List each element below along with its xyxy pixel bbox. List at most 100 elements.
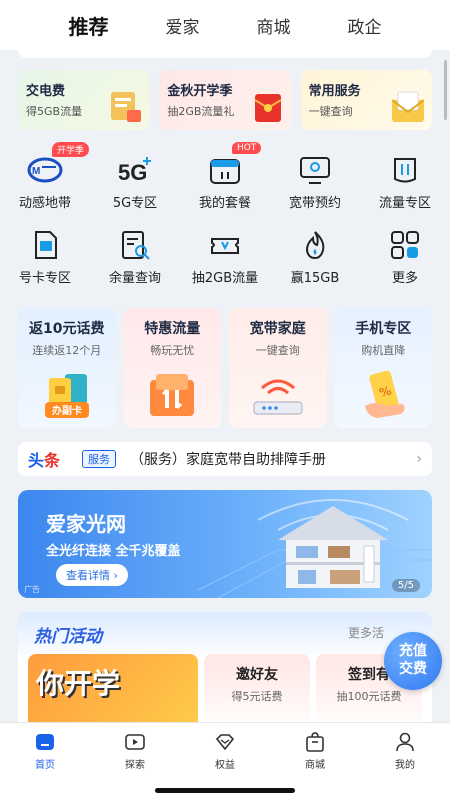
hot-activity-main-text: 你开学 (36, 667, 121, 700)
new-term-badge: 开学季 (52, 142, 90, 157)
nav-label: 探索 (125, 760, 145, 771)
bag-icon (306, 732, 324, 752)
quick-item-balance-query[interactable]: 余量查询 (90, 221, 180, 296)
feature-card-broadband-home[interactable]: 宽带家庭 一键查询 (229, 308, 327, 428)
headline-logo-a: 头 (28, 451, 45, 470)
quick-item-label: 赢15GB (290, 271, 340, 286)
feature-subtitle: 购机直降 (361, 344, 406, 357)
quick-item-dongganzone[interactable]: 开学季 M 动感地带 (0, 142, 90, 221)
broadband-banner[interactable]: 爱家光网 全光纤连接 全千兆覆盖 查看详情 › 广告 5/5 (18, 490, 432, 598)
nav-label: 权益 (215, 760, 235, 771)
diamond-icon (215, 734, 235, 751)
quick-item-5g[interactable]: 5G 5G专区 (90, 146, 180, 221)
traffic-icon (386, 152, 424, 188)
scroll-content[interactable]: 交电费 得5GB流量 金秋开学季 抽2GB流量礼 常用服务 一键查询 开学季 M… (0, 50, 450, 722)
quick-item-my-package[interactable]: HOT 我的套餐 (180, 142, 270, 221)
extra-card-tag: 办副卡 (52, 404, 82, 417)
headline-logo: 头条 (28, 447, 60, 471)
electricity-card-icon (111, 92, 142, 122)
recharge-label-1: 充值 (399, 643, 427, 659)
hot-activity-invite-card[interactable]: 邀好友 得5元话费 (204, 654, 310, 722)
quick-item-label: 我的套餐 (198, 196, 251, 211)
headline-logo-b: 条 (44, 451, 61, 470)
quick-item-sim-card[interactable]: 号卡专区 (0, 221, 90, 296)
user-icon (396, 732, 414, 752)
house-illustration-icon (278, 506, 388, 588)
feature-card-data-deal[interactable]: 特惠流量 畅玩无忧 (123, 308, 221, 428)
quick-item-label: 动感地带 (18, 196, 71, 211)
quick-item-label: 更多 (391, 271, 418, 286)
home-indicator (155, 788, 295, 793)
search-document-icon (116, 227, 154, 263)
quick-icon-grid: 开学季 M 动感地带 5G 5G专区 HOT 我的套餐 宽带预约 流量专区 号卡… (0, 142, 450, 296)
5g-icon: 5G (116, 152, 154, 188)
recharge-float-button[interactable]: 充值 交费 (384, 632, 442, 690)
phone-hand-icon: % (365, 370, 405, 418)
hot-activities-section: 热门活动 更多活 你开学 邀好友 得5元话费 签到有 抽100元话费 (18, 612, 432, 722)
play-icon (125, 734, 145, 750)
feature-title: 返10元话费 (29, 321, 105, 337)
hot-activity-subtitle: 得5元话费 (231, 690, 283, 703)
home-icon (36, 734, 54, 750)
promo-card-back-to-school[interactable]: 金秋开学季 抽2GB流量礼 (159, 70, 291, 130)
headline-ticker[interactable]: 头条 服务 （服务）家庭宽带自助排障手册 › (18, 442, 432, 476)
quick-item-label: 余量查询 (108, 271, 161, 286)
banner-title: 爱家光网 (46, 512, 126, 536)
feature-subtitle: 连续返12个月 (32, 344, 102, 357)
dongganzone-logo-icon: M (26, 152, 64, 188)
nav-label: 我的 (395, 760, 415, 771)
quick-item-more[interactable]: 更多 (360, 221, 450, 296)
red-envelope-icon (254, 94, 282, 122)
ad-label: 广告 (24, 585, 40, 594)
more-activities-link[interactable]: 更多活 (348, 624, 384, 641)
data-box-icon (150, 374, 195, 416)
top-tab-bar: 推荐 爱家 商城 政企 (0, 0, 450, 50)
quick-item-draw-2gb[interactable]: 抽2GB流量 (180, 221, 270, 296)
nav-label: 商城 (305, 760, 325, 771)
recharge-label-2: 交费 (399, 661, 427, 677)
tab-mall[interactable]: 商城 (257, 13, 291, 38)
tab-home[interactable]: 爱家 (166, 13, 200, 38)
router-icon (253, 379, 303, 415)
monitor-icon (296, 152, 334, 188)
envelope-icon (391, 91, 425, 122)
banner-subtitle: 全光纤连接 全千兆覆盖 (46, 544, 181, 559)
nav-home[interactable]: 首页 (0, 723, 90, 800)
svg-text:M: M (32, 166, 40, 177)
sim-card-icon (26, 227, 64, 263)
promo-card-common-services[interactable]: 常用服务 一键查询 (300, 70, 432, 130)
quick-item-win-15gb[interactable]: 赢15GB (270, 221, 360, 296)
tab-enterprise[interactable]: 政企 (348, 13, 382, 38)
hot-activity-subtitle: 抽100元话费 (336, 690, 402, 703)
hot-activity-title: 邀好友 (236, 667, 278, 683)
hot-activity-main-card[interactable]: 你开学 (28, 654, 198, 722)
previous-card-edge (18, 50, 432, 58)
banner-page-indicator: 5/5 (391, 579, 420, 592)
promo-row: 交电费 得5GB流量 金秋开学季 抽2GB流量礼 常用服务 一键查询 (18, 70, 432, 130)
headline-text: （服务）家庭宽带自助排障手册 (130, 452, 327, 468)
feature-title: 宽带家庭 (249, 321, 306, 337)
quick-item-broadband-booking[interactable]: 宽带预约 (270, 146, 360, 221)
feature-card-phone-zone[interactable]: 手机专区 购机直降 % (334, 308, 432, 428)
quick-item-traffic[interactable]: 流量专区 (360, 146, 450, 221)
nav-label: 首页 (35, 760, 55, 771)
feature-card-cashback[interactable]: 返10元话费 连续返12个月 办副卡 (18, 308, 116, 428)
quick-item-label: 宽带预约 (288, 196, 341, 211)
tab-recommend[interactable]: 推荐 (69, 11, 109, 40)
quick-item-label: 5G专区 (112, 196, 158, 211)
feature-row: 返10元话费 连续返12个月 办副卡 特惠流量 畅玩无忧 宽带家庭 一键查询 手… (18, 308, 432, 428)
feature-title: 特惠流量 (144, 321, 201, 337)
hot-activities-title: 热门活动 (34, 627, 102, 647)
svg-text:5G: 5G (118, 160, 147, 185)
banner-details-button[interactable]: 查看详情 › (56, 564, 128, 586)
feature-subtitle: 畅玩无忧 (150, 344, 195, 357)
service-tag: 服务 (82, 450, 117, 468)
promo-card-electricity[interactable]: 交电费 得5GB流量 (18, 70, 150, 130)
nav-mine[interactable]: 我的 (360, 723, 450, 800)
quick-item-label: 抽2GB流量 (191, 271, 259, 286)
chevron-right-icon: › (416, 451, 422, 467)
scrollbar[interactable] (444, 60, 447, 120)
feature-subtitle: 一键查询 (255, 344, 300, 357)
sim-cards-icon: 办副卡 (44, 374, 89, 418)
flame-icon (296, 227, 334, 263)
